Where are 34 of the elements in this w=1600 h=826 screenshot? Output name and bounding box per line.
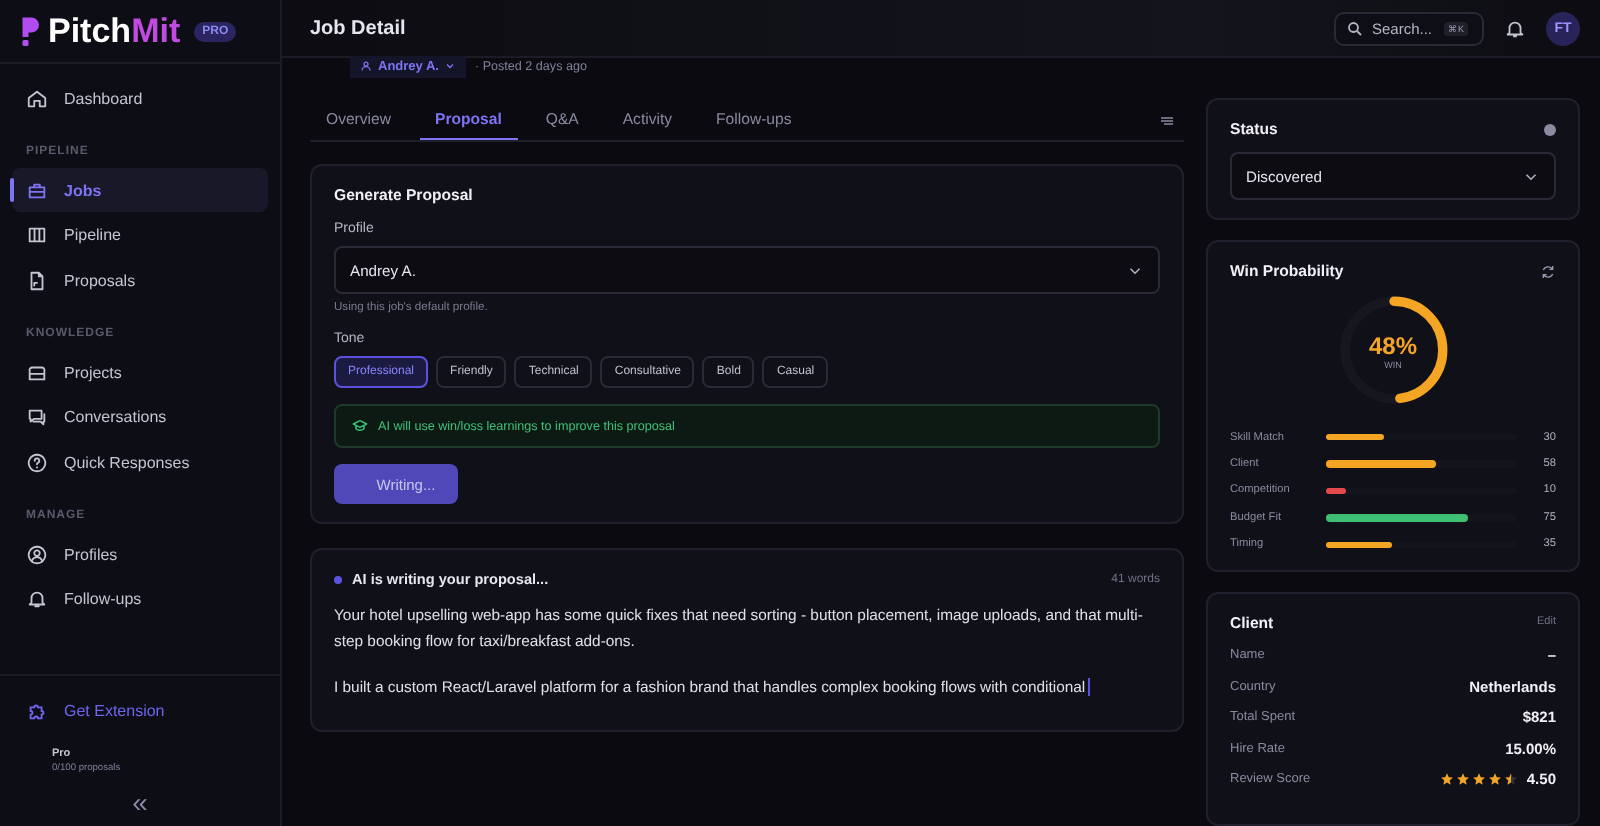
nav-item[interactable]: Quick Responses <box>12 440 268 486</box>
page-title: Job Detail <box>310 17 406 39</box>
status-dot <box>1544 123 1556 135</box>
user-icon <box>26 543 48 566</box>
search-icon <box>1346 19 1364 37</box>
refresh-icon[interactable] <box>1540 263 1556 279</box>
bell-icon <box>26 588 48 611</box>
nav-item[interactable]: Pipeline <box>12 212 268 259</box>
get-extension-link[interactable]: Get Extension <box>12 692 268 730</box>
brand-name: PitchMit <box>48 11 181 51</box>
caret-icon <box>444 60 457 72</box>
briefcase-icon <box>26 179 48 202</box>
home-icon <box>26 87 48 110</box>
folder-icon <box>26 361 48 384</box>
status-dot <box>334 575 342 583</box>
help-icon <box>26 451 48 474</box>
chat-icon <box>26 406 48 429</box>
puzzle-icon <box>26 700 48 722</box>
nav-item[interactable]: Jobs <box>12 167 268 213</box>
nav-item[interactable]: Profiles <box>12 531 268 577</box>
columns-icon <box>26 224 48 247</box>
menu-icon[interactable] <box>1158 111 1176 129</box>
nav-item[interactable]: Dashboard <box>12 76 268 122</box>
collapse-button[interactable]: « <box>120 786 160 818</box>
person-icon <box>360 60 372 72</box>
graduation-cap-icon <box>352 418 368 434</box>
bell-icon[interactable] <box>1504 17 1526 39</box>
nav-item[interactable]: Conversations <box>12 394 268 441</box>
logo-icon <box>18 14 42 48</box>
nav-item[interactable]: Proposals <box>12 258 268 304</box>
win-percent: 48% <box>1368 331 1418 359</box>
nav-item[interactable]: Projects <box>12 349 268 395</box>
file-icon <box>26 269 48 292</box>
nav-item[interactable]: Follow-ups <box>12 577 268 623</box>
